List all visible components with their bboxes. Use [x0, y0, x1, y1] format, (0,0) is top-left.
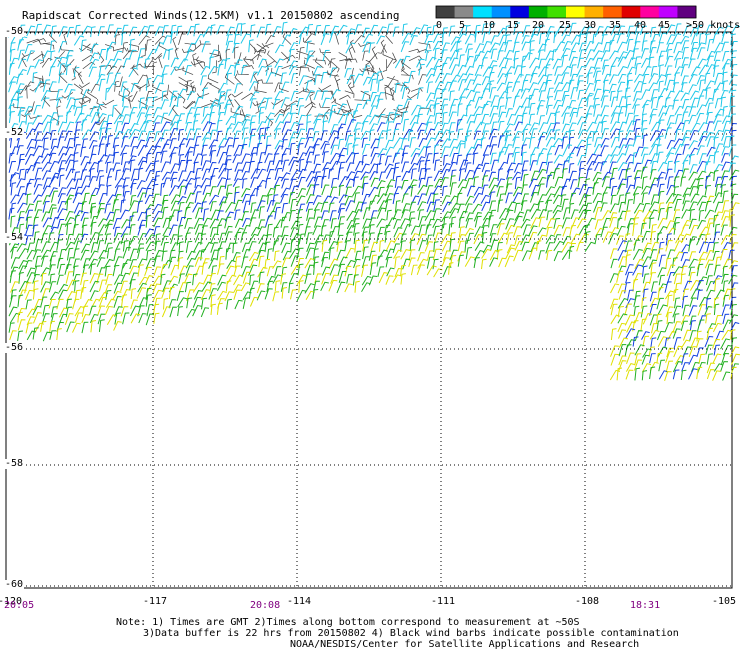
lat-label-52: -52 — [4, 127, 25, 138]
lat-label-50: -50 — [4, 26, 25, 37]
note-line-1: Note: 1) Times are GMT 2)Times along bot… — [116, 617, 580, 628]
legend-label: 0 — [436, 20, 443, 31]
lon-label-117: -117 — [143, 596, 168, 607]
legend-label: 20 — [532, 20, 545, 31]
legend-label: >50 knots — [686, 20, 740, 31]
legend-swatch — [640, 6, 660, 18]
legend-label: 10 — [483, 20, 496, 31]
map-title: Rapidscat Corrected Winds(12.5KM) v1.1 2… — [22, 9, 400, 22]
legend-label: 40 — [634, 20, 647, 31]
lon-label-111: -111 — [431, 596, 456, 607]
wind-barb — [730, 202, 740, 212]
lon-label-108: -108 — [575, 596, 600, 607]
map-frame — [5, 31, 733, 589]
lat-label-60: -60 — [4, 579, 25, 590]
lon-label-105: -105 — [712, 596, 737, 607]
note-line-2: 3)Data buffer is 22 hrs from 20150802 4)… — [143, 628, 679, 639]
legend-swatch — [473, 6, 493, 18]
note-line-3: NOAA/NESDIS/Center for Satellite Applica… — [290, 639, 640, 650]
legend-label: 15 — [507, 20, 520, 31]
legend-label: 5 — [459, 20, 466, 31]
legend-swatch — [603, 6, 623, 18]
legend-swatch — [454, 6, 474, 18]
time-label-2: 20:08 — [250, 600, 281, 611]
legend-swatch — [528, 6, 548, 18]
legend-swatch — [658, 6, 678, 18]
legend-swatch — [491, 6, 511, 18]
legend-swatch — [436, 6, 456, 18]
lat-label-56: -56 — [4, 342, 25, 353]
color-legend — [435, 5, 697, 19]
legend-swatch — [510, 6, 530, 18]
lat-label-54: -54 — [4, 232, 25, 243]
legend-swatch — [547, 6, 567, 18]
legend-label: 25 — [559, 20, 572, 31]
time-label-3: 18:31 — [630, 600, 661, 611]
wind-barb-map — [5, 5, 740, 589]
lon-label-114: -114 — [287, 596, 312, 607]
lat-label-58: -58 — [4, 458, 25, 469]
wind-barb — [730, 353, 740, 365]
legend-swatch — [566, 6, 586, 18]
legend-label: 45 — [658, 20, 671, 31]
time-label-1: 20:05 — [4, 600, 35, 611]
legend-swatch — [621, 6, 641, 18]
legend-label: 30 — [584, 20, 597, 31]
legend-label: 35 — [609, 20, 622, 31]
legend-swatch — [677, 6, 697, 18]
legend-swatch — [584, 6, 604, 18]
